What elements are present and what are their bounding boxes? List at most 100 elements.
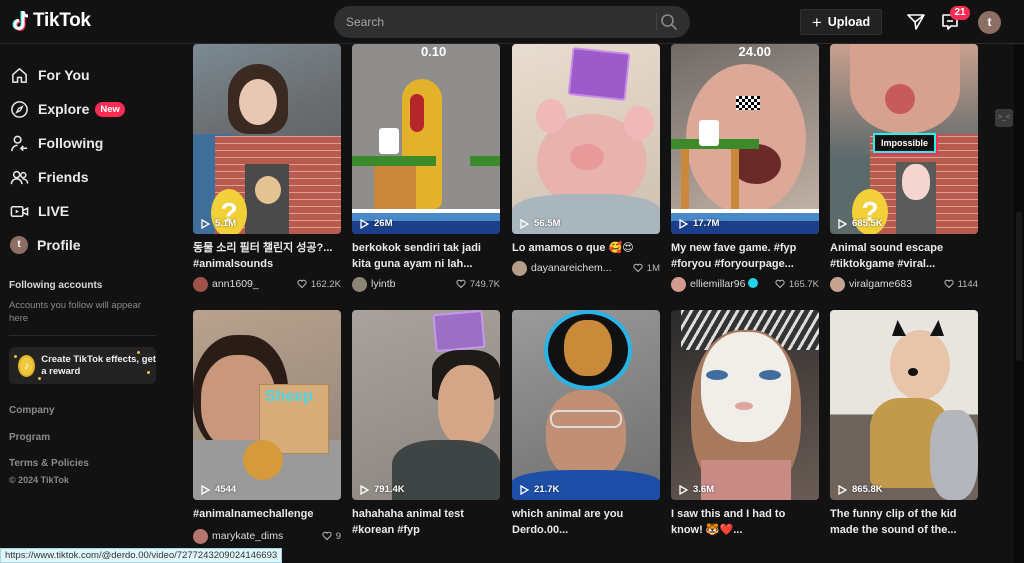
author-name[interactable]: marykate_dims (212, 530, 322, 542)
heart-icon (633, 263, 643, 273)
play-icon (838, 484, 847, 495)
video-thumbnail[interactable]: 21.7K (512, 310, 660, 500)
search-bar[interactable] (334, 6, 690, 38)
sidebar-item-friends[interactable]: Friends (10, 163, 89, 191)
video-meta: ann1609_ 162.2K (193, 276, 341, 292)
paper-plane-icon[interactable] (906, 12, 926, 32)
video-caption[interactable]: which animal are you Derdo.00... (512, 506, 660, 538)
video-meta: elliemillar96 165.7K (671, 276, 819, 292)
video-thumbnail[interactable]: 865.8K (830, 310, 978, 500)
home-icon (12, 67, 27, 83)
author-name[interactable]: dayanareichem... (531, 262, 633, 274)
like-count: 1M (633, 263, 660, 274)
play-icon (520, 484, 529, 495)
sparkle-icon (38, 377, 41, 380)
like-count: 162.2K (297, 279, 341, 290)
heart-icon (297, 279, 307, 289)
video-caption[interactable]: hahahaha animal test #korean #fyp (352, 506, 500, 538)
author-name[interactable]: viralgame683 (849, 278, 944, 290)
video-caption[interactable]: The funny clip of the kid made the sound… (830, 506, 978, 538)
video-thumbnail[interactable]: 0.10 26M (352, 44, 500, 234)
sidebar-item-profile[interactable]: t Profile (10, 231, 81, 259)
play-icon (360, 484, 369, 495)
search-divider (656, 13, 657, 31)
like-count: 749.7K (456, 279, 500, 290)
tiktok-coin-icon: ♪ (18, 354, 36, 377)
overlay-label: Impossible (873, 133, 937, 153)
footer-link-terms[interactable]: Terms & Policies (9, 458, 89, 469)
video-caption[interactable]: Lo amamos o que 🥰😍 (512, 240, 660, 256)
video-caption[interactable]: Animal sound escape #tiktokgame #viral..… (830, 240, 978, 272)
following-accounts-title: Following accounts (9, 280, 103, 291)
author-avatar[interactable] (352, 276, 367, 292)
sidebar-item-for-you[interactable]: For You (10, 61, 90, 89)
sidebar-item-label: Following (38, 135, 104, 151)
view-count: 5.1M (201, 218, 236, 229)
view-count: 21.7K (520, 484, 559, 495)
footer-link-company[interactable]: Company (9, 405, 55, 416)
sparkle-icon (14, 355, 17, 358)
video-thumbnail[interactable]: ? 5.1M (193, 44, 341, 234)
video-thumbnail[interactable]: 791.4K (352, 310, 500, 500)
sidebar-item-live[interactable]: LIVE (10, 197, 69, 225)
tiktok-logo[interactable]: TikTok (11, 10, 91, 32)
author-name[interactable]: ann1609_ (212, 278, 297, 290)
author-name[interactable]: elliemillar96 (690, 278, 775, 290)
video-thumbnail[interactable]: Sheep 4544 (193, 310, 341, 500)
play-icon (201, 218, 210, 229)
video-thumbnail[interactable]: 3.6M (671, 310, 819, 500)
video-meta: marykate_dims 9 (193, 528, 341, 544)
play-icon (520, 218, 529, 229)
new-badge: New (95, 101, 125, 117)
search-input[interactable] (334, 15, 634, 29)
video-thumbnail[interactable]: 56.5M (512, 44, 660, 234)
heart-icon (943, 279, 954, 289)
copyright-text: © 2024 TikTok (9, 475, 69, 485)
create-effects-banner[interactable]: ♪ Create TikTok effects, get a reward (9, 347, 156, 384)
game-score: 0.10 (420, 44, 447, 59)
sidebar-item-label: LIVE (38, 203, 70, 219)
author-avatar[interactable] (193, 276, 208, 292)
view-count: 26M (360, 218, 392, 229)
view-count: 56.5M (520, 218, 560, 229)
heart-icon (456, 279, 466, 289)
effects-banner-label: Create TikTok effects, get a reward (41, 353, 156, 377)
scrollbar-thumb[interactable] (1016, 211, 1022, 361)
compass-icon (11, 100, 28, 118)
sidebar-item-label: For You (38, 67, 90, 83)
footer-link-program[interactable]: Program (9, 432, 50, 443)
like-count: 9 (322, 531, 341, 542)
author-name[interactable]: lyintb (371, 278, 456, 290)
sparkle-icon (137, 351, 140, 354)
status-bar-url: https://www.tiktok.com/@derdo.00/video/7… (0, 548, 283, 563)
video-caption[interactable]: I saw this and I had to know! 🐯❤️... (671, 506, 819, 538)
video-caption[interactable]: #animalnamechallenge (193, 506, 341, 522)
user-avatar[interactable]: t (978, 11, 1001, 34)
author-avatar[interactable] (512, 260, 527, 276)
author-avatar[interactable] (830, 276, 845, 292)
view-count: 4544 (201, 484, 236, 495)
game-score: 24.00 (738, 44, 772, 59)
author-avatar[interactable] (671, 276, 686, 292)
author-avatar[interactable] (193, 528, 208, 544)
video-thumbnail[interactable]: Impossible ? 685.5K (830, 44, 978, 234)
video-caption[interactable]: My new fave game. #fyp #foryou #foryourp… (671, 240, 819, 272)
video-caption[interactable]: berkokok sendiri tak jadi kita guna ayam… (352, 240, 500, 272)
video-thumbnail[interactable]: 24.00 17.7M (671, 44, 819, 234)
sidebar-divider (9, 335, 156, 336)
sidebar-item-label: Friends (38, 169, 89, 185)
view-count: 791.4K (360, 484, 405, 495)
view-count: 3.6M (679, 484, 714, 495)
view-count: 17.7M (679, 218, 719, 229)
search-icon[interactable] (660, 13, 678, 31)
play-icon (360, 218, 369, 229)
upload-button[interactable]: + Upload (800, 9, 882, 35)
sidebar-item-explore[interactable]: Explore New (10, 95, 125, 123)
sidebar-item-label: Explore (38, 101, 90, 117)
video-caption[interactable]: 동물 소리 필터 챌린지 성공?... #animalsounds (193, 240, 341, 272)
sidebar-item-following[interactable]: Following (10, 129, 103, 157)
avatar: t (10, 236, 28, 254)
floating-widget-icon[interactable]: >_< (995, 109, 1013, 127)
video-meta: lyintb 749.7K (352, 276, 500, 292)
heart-icon (322, 531, 332, 541)
